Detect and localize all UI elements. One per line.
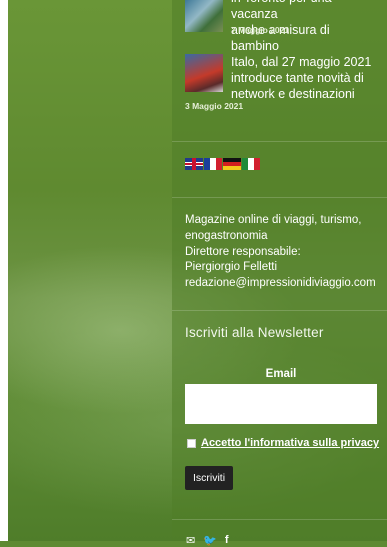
german-flag-icon[interactable]	[223, 158, 241, 170]
english-flag-icon[interactable]	[185, 158, 203, 170]
recent-post-2[interactable]: Italo, dal 27 maggio 2021 introduce tant…	[185, 54, 380, 114]
info-email-link[interactable]: redazione@impressionidiviaggio.com	[185, 276, 376, 292]
recent-post-1[interactable]: in Toronto per una vacanza anche a misur…	[185, 0, 380, 53]
post-thumbnail-italo[interactable]	[185, 54, 223, 92]
italian-flag-icon[interactable]	[242, 158, 260, 170]
language-switcher	[185, 158, 260, 170]
email-label: Email	[265, 368, 297, 380]
info-director-label: Direttore responsabile:	[185, 245, 301, 258]
info-director-name: Piergiorgio Felletti	[185, 261, 278, 274]
newsletter-title: Iscriviti alla Newsletter	[185, 325, 324, 340]
post-title-line[interactable]: introduce tante novità di	[231, 70, 371, 86]
post-date: 3 Maggio 2021	[185, 101, 244, 111]
magazine-info: Magazine online di viaggi, turismo, enog…	[185, 213, 376, 292]
info-description: enogastronomia	[185, 229, 268, 242]
post-title-line[interactable]: Italo, dal 27 maggio 2021	[231, 54, 371, 70]
privacy-checkbox[interactable]	[187, 438, 196, 448]
subscribe-button[interactable]: Iscriviti	[185, 466, 233, 490]
email-input[interactable]	[185, 384, 377, 424]
divider	[172, 519, 387, 520]
divider	[172, 141, 387, 142]
page-edge	[0, 0, 8, 541]
privacy-consent: Accetto l'informativa sulla privacy	[187, 437, 379, 449]
post-title-line[interactable]: in Toronto per una vacanza	[231, 0, 380, 22]
privacy-link[interactable]: Accetto l'informativa sulla privacy	[201, 437, 379, 449]
french-flag-icon[interactable]	[204, 158, 222, 170]
info-description: Magazine online di viaggi, turismo,	[185, 214, 362, 226]
post-title[interactable]: Italo, dal 27 maggio 2021 introduce tant…	[231, 54, 371, 102]
divider	[172, 197, 387, 198]
post-thumbnail-toronto[interactable]	[185, 0, 223, 32]
post-date: 7 Maggio 2021	[231, 25, 290, 35]
divider	[172, 310, 387, 311]
post-title-line[interactable]: network e destinazioni	[231, 86, 371, 102]
